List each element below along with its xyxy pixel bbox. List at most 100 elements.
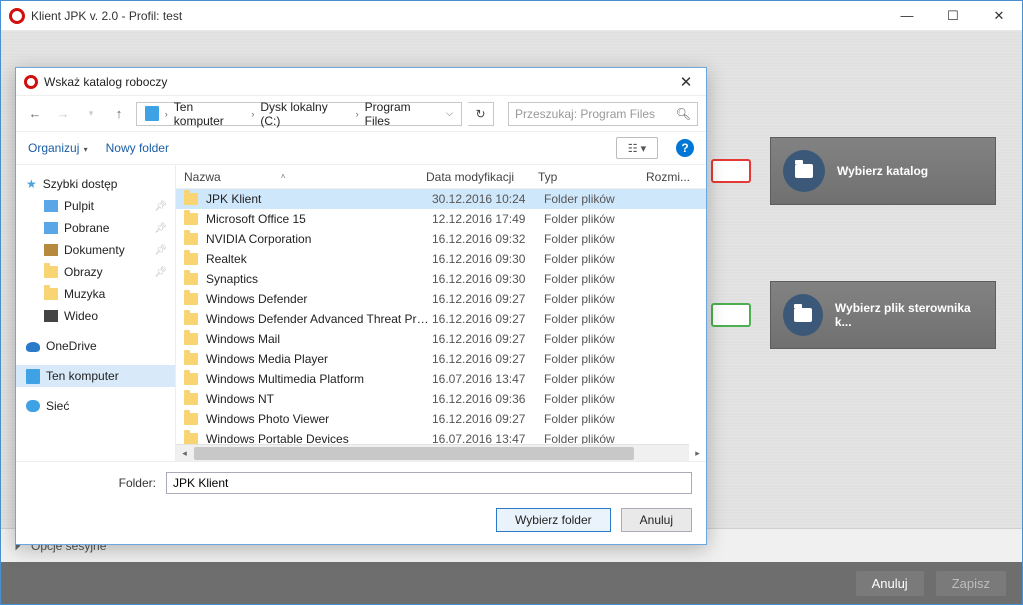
nav-up-button[interactable]: ↑ xyxy=(108,103,130,125)
breadcrumb-drive[interactable]: Dysk lokalny (C:) xyxy=(256,100,353,128)
folder-icon xyxy=(44,310,58,322)
main-content: Wybierz katalog Wybierz plik sterownika … xyxy=(1,31,1022,562)
scroll-thumb[interactable] xyxy=(194,447,634,460)
tree-item[interactable]: Wideo xyxy=(16,305,175,327)
folder-icon xyxy=(184,393,198,405)
app-icon xyxy=(9,8,25,24)
chevron-right-icon: › xyxy=(163,109,170,119)
cancel-button[interactable]: Anuluj xyxy=(621,508,692,532)
view-mode-button[interactable]: ☷ ▾ xyxy=(616,137,658,159)
breadcrumb-root[interactable]: Ten komputer xyxy=(170,100,250,128)
minimize-button[interactable]: ― xyxy=(884,1,930,31)
pin-icon: 📌︎ xyxy=(154,201,167,212)
folder-icon xyxy=(184,293,198,305)
refresh-button[interactable]: ↻ xyxy=(468,102,494,126)
col-date[interactable]: Data modyfikacji xyxy=(426,170,538,184)
list-item[interactable]: Windows Mail16.12.2016 09:27Folder plikó… xyxy=(176,329,706,349)
nav-forward-button[interactable]: → xyxy=(52,103,74,125)
select-catalog-button[interactable]: Wybierz katalog xyxy=(770,137,996,205)
folder-icon xyxy=(44,288,58,300)
pin-icon: 📌︎ xyxy=(154,223,167,234)
tree-item[interactable]: Dokumenty📌︎ xyxy=(16,239,175,261)
scroll-right-icon[interactable]: ▸ xyxy=(689,445,706,462)
list-item[interactable]: Synaptics16.12.2016 09:30Folder plików xyxy=(176,269,706,289)
help-button[interactable]: ? xyxy=(676,139,694,157)
nav-back-button[interactable]: ← xyxy=(24,103,46,125)
folder-icon xyxy=(184,233,198,245)
list-rows: JPK Klient30.12.2016 10:24Folder plikówM… xyxy=(176,189,706,444)
folder-icon xyxy=(184,213,198,225)
folder-icon xyxy=(184,413,198,425)
dialog-titlebar: Wskaż katalog roboczy ✕ xyxy=(16,68,706,96)
list-item[interactable]: Windows Defender16.12.2016 09:27Folder p… xyxy=(176,289,706,309)
search-placeholder: Przeszukaj: Program Files xyxy=(515,107,655,121)
list-item[interactable]: Windows Portable Devices16.07.2016 13:47… xyxy=(176,429,706,444)
list-item[interactable]: Windows Defender Advanced Threat Pro...1… xyxy=(176,309,706,329)
star-icon: ★ xyxy=(26,177,37,191)
folder-icon xyxy=(184,433,198,444)
list-item[interactable]: NVIDIA Corporation16.12.2016 09:32Folder… xyxy=(176,229,706,249)
tree-item[interactable]: Obrazy📌︎ xyxy=(16,261,175,283)
select-folder-button[interactable]: Wybierz folder xyxy=(496,508,611,532)
list-item[interactable]: JPK Klient30.12.2016 10:24Folder plików xyxy=(176,189,706,209)
tree-item[interactable]: Muzyka xyxy=(16,283,175,305)
list-item[interactable]: Microsoft Office 1512.12.2016 17:49Folde… xyxy=(176,209,706,229)
monitor-icon xyxy=(26,369,40,384)
quick-access[interactable]: ★ Szybki dostęp xyxy=(16,173,175,195)
nav-recent-button[interactable]: ▾ xyxy=(80,103,102,125)
main-cancel-button[interactable]: Anuluj xyxy=(856,571,924,596)
new-folder-button[interactable]: Nowy folder xyxy=(106,141,169,155)
list-item[interactable]: Windows NT16.12.2016 09:36Folder plików xyxy=(176,389,706,409)
dialog-app-icon xyxy=(24,75,38,89)
folder-name-input[interactable] xyxy=(166,472,692,494)
dialog-title: Wskaż katalog roboczy xyxy=(44,75,672,89)
list-item[interactable]: Windows Media Player16.12.2016 09:27Fold… xyxy=(176,349,706,369)
folder-icon xyxy=(184,313,198,325)
dialog-bottom: Folder: Wybierz folder Anuluj xyxy=(16,461,706,544)
col-name[interactable]: Nazwa ˄ xyxy=(184,170,426,184)
main-save-button[interactable]: Zapisz xyxy=(936,571,1006,596)
scroll-left-icon[interactable]: ◂ xyxy=(176,445,193,462)
folder-icon xyxy=(184,273,198,285)
col-size[interactable]: Rozmi... xyxy=(646,170,706,184)
folder-icon xyxy=(184,353,198,365)
main-area: Wybierz katalog Wybierz plik sterownika … xyxy=(1,31,1022,528)
onedrive[interactable]: OneDrive xyxy=(16,335,175,357)
folder-icon xyxy=(783,294,823,336)
tree-item[interactable]: Pobrane📌︎ xyxy=(16,217,175,239)
folder-label: Folder: xyxy=(30,476,156,490)
dialog-nav: ← → ▾ ↑ › Ten komputer › Dysk lokalny (C… xyxy=(16,96,706,132)
breadcrumb[interactable]: › Ten komputer › Dysk lokalny (C:) › Pro… xyxy=(136,102,462,126)
dialog-body: ★ Szybki dostęp Pulpit📌︎Pobrane📌︎Dokumen… xyxy=(16,164,706,461)
col-type[interactable]: Typ xyxy=(538,170,646,184)
main-footer: Anuluj Zapisz xyxy=(1,562,1022,604)
pin-icon: 📌︎ xyxy=(154,267,167,278)
list-item[interactable]: Windows Photo Viewer16.12.2016 09:27Fold… xyxy=(176,409,706,429)
breadcrumb-folder[interactable]: Program Files xyxy=(361,100,443,128)
select-catalog-label: Wybierz katalog xyxy=(837,164,928,178)
chevron-right-icon: › xyxy=(249,109,256,119)
chevron-down-icon: ▾ xyxy=(81,145,87,154)
list-item[interactable]: Realtek16.12.2016 09:30Folder plików xyxy=(176,249,706,269)
list-item[interactable]: Windows Multimedia Platform16.07.2016 13… xyxy=(176,369,706,389)
organize-button[interactable]: Organizuj ▾ xyxy=(28,141,88,155)
dialog-close-button[interactable]: ✕ xyxy=(672,73,700,91)
horizontal-scrollbar[interactable]: ◂ ▸ xyxy=(176,444,689,461)
select-driver-file-button[interactable]: Wybierz plik sterownika k... xyxy=(770,281,996,349)
folder-icon xyxy=(44,266,58,278)
main-titlebar: Klient JPK v. 2.0 - Profil: test ― ☐ ✕ xyxy=(1,1,1022,31)
list-header: Nazwa ˄ Data modyfikacji Typ Rozmi... xyxy=(176,165,706,189)
search-input[interactable]: Przeszukaj: Program Files 🔍︎ xyxy=(508,102,698,126)
this-pc[interactable]: Ten komputer xyxy=(16,365,175,387)
folder-picker-dialog: Wskaż katalog roboczy ✕ ← → ▾ ↑ › Ten ko… xyxy=(15,67,707,545)
file-list: Nazwa ˄ Data modyfikacji Typ Rozmi... JP… xyxy=(176,165,706,461)
pin-icon: 📌︎ xyxy=(154,245,167,256)
close-button[interactable]: ✕ xyxy=(976,1,1022,31)
cloud-icon xyxy=(26,342,40,352)
nav-tree: ★ Szybki dostęp Pulpit📌︎Pobrane📌︎Dokumen… xyxy=(16,165,176,461)
network[interactable]: Sieć xyxy=(16,395,175,417)
breadcrumb-dropdown[interactable]: ⌵ xyxy=(442,108,457,119)
tree-item[interactable]: Pulpit📌︎ xyxy=(16,195,175,217)
maximize-button[interactable]: ☐ xyxy=(930,1,976,31)
folder-icon xyxy=(44,200,58,212)
